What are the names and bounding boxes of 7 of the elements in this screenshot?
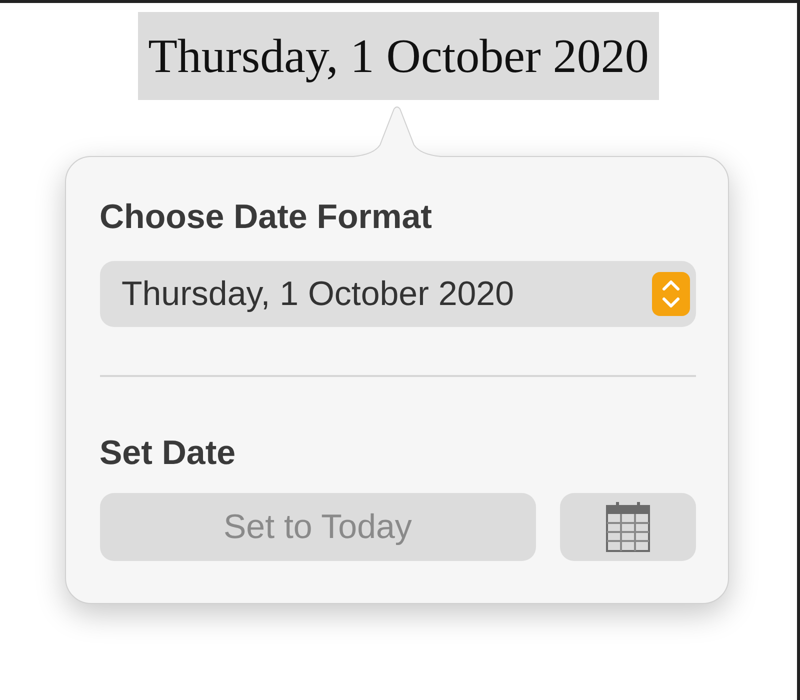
calendar-button[interactable]: [560, 493, 696, 561]
date-format-select[interactable]: Thursday, 1 October 2020: [100, 261, 696, 327]
section-heading: Set Date: [100, 433, 237, 473]
calendar-icon: [606, 502, 650, 552]
section-heading: Choose Date Format: [100, 197, 433, 237]
date-text: Thursday, 1 October 2020: [138, 12, 659, 100]
stepper-icon: [652, 272, 690, 316]
